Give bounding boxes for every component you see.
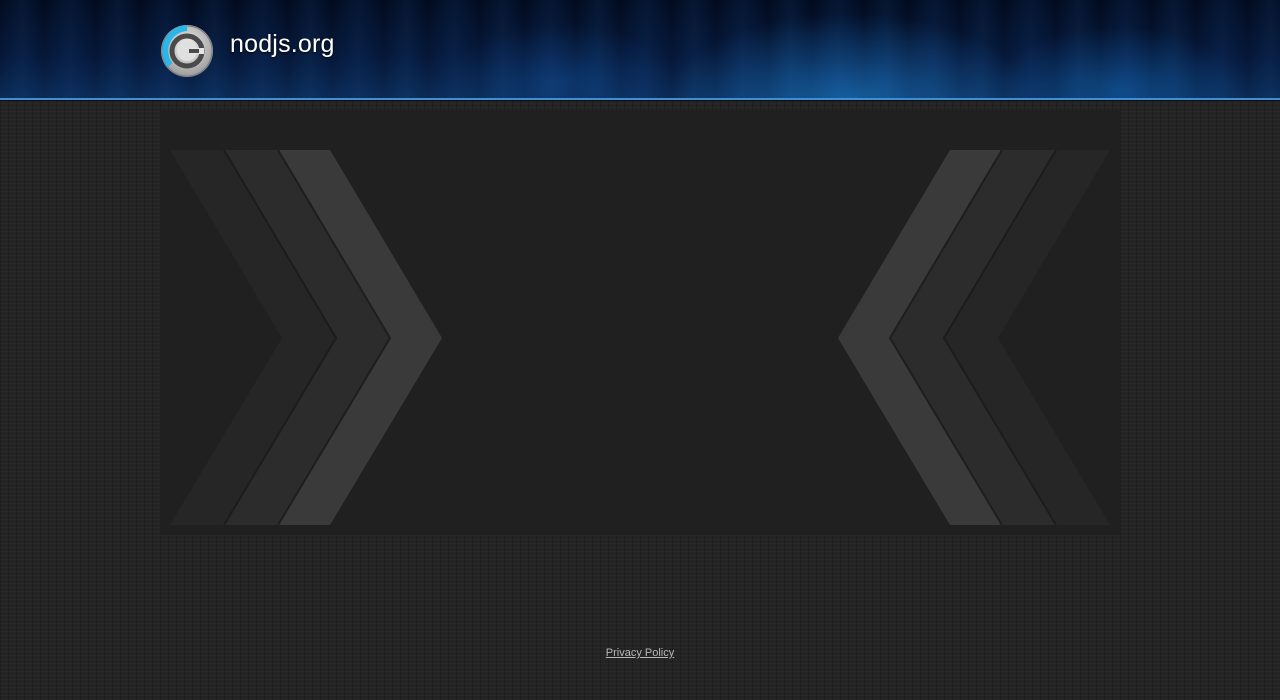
chevron-right-decoration: [170, 149, 442, 526]
chevron-decorations: [170, 149, 1110, 526]
chevron-left-decoration: [838, 149, 1110, 526]
privacy-policy-link[interactable]: Privacy Policy: [606, 647, 674, 659]
site-footer: Privacy Policy: [0, 643, 1280, 661]
site-logo-icon[interactable]: [160, 24, 214, 78]
hero-panel: [160, 110, 1120, 535]
site-title[interactable]: nodjs.org: [230, 30, 335, 59]
site-header: nodjs.org: [0, 0, 1280, 100]
